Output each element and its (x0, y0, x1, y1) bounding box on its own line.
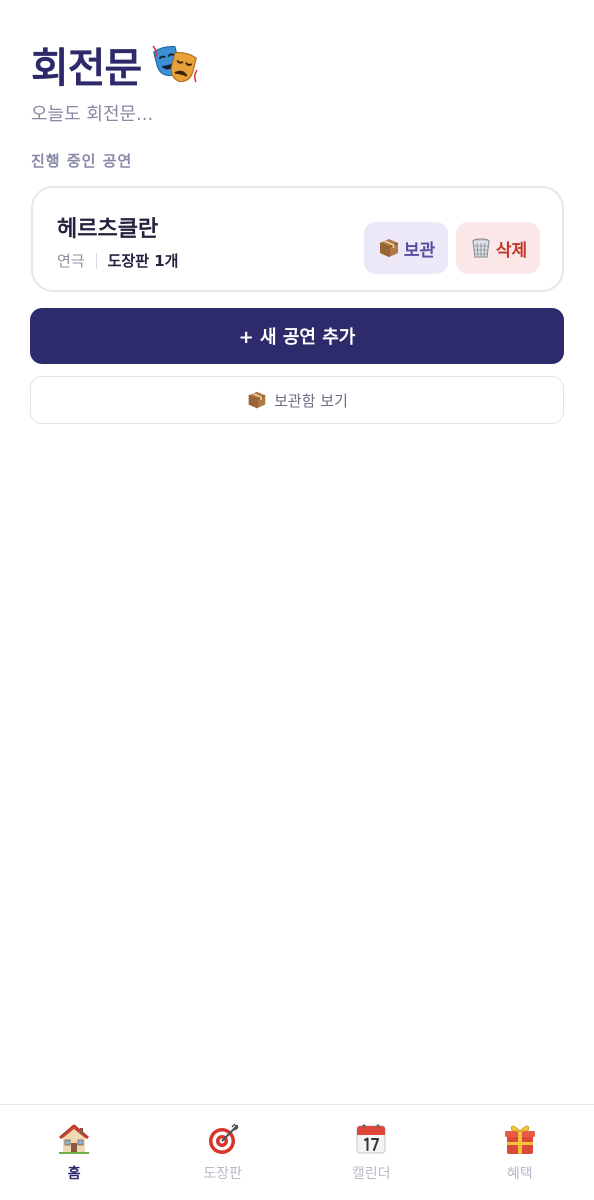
delete-button-label: 삭제 (495, 240, 528, 261)
app-header: 회전문 오늘도 회전문... (31, 34, 564, 126)
target-icon (208, 1123, 239, 1154)
show-name: 헤르츠클란 (57, 217, 159, 242)
show-genre: 연극 (57, 252, 85, 270)
tab-benefits[interactable]: 혜택 (446, 1105, 594, 1200)
bottom-tab-bar: 홈 도장판 캘린더 혜택 (0, 1104, 594, 1200)
archive-button[interactable]: 보관 (364, 222, 448, 274)
app-subtitle: 오늘도 회전문... (31, 104, 154, 125)
archive-button-label: 보관 (403, 240, 436, 261)
app-title: 회전문 (31, 44, 142, 92)
add-show-button[interactable]: + 새 공연 추가 (30, 308, 564, 364)
tab-benefits-label: 혜택 (506, 1166, 533, 1182)
tab-home[interactable]: 홈 (0, 1105, 149, 1200)
view-archive-button[interactable]: 보관함 보기 (30, 376, 564, 424)
section-label-active-shows: 진행 중인 공연 (31, 152, 133, 170)
tab-stamps-label: 도장판 (203, 1166, 243, 1182)
house-icon (59, 1124, 90, 1154)
delete-button[interactable]: 삭제 (456, 222, 540, 274)
package-icon (248, 391, 266, 409)
show-card[interactable]: 헤르츠클란 연극 도장판 1개 보관 삭제 (31, 186, 564, 292)
theater-masks-icon (152, 45, 198, 83)
tab-calendar[interactable]: 캘린더 (297, 1105, 446, 1200)
tab-stamps[interactable]: 도장판 (149, 1105, 298, 1200)
tab-calendar-label: 캘린더 (351, 1166, 391, 1182)
package-icon (379, 239, 399, 257)
wastebasket-icon (472, 238, 490, 258)
show-meta: 연극 도장판 1개 (57, 250, 178, 271)
show-stamp-count: 도장판 1개 (107, 252, 179, 270)
title-row: 회전문 (31, 34, 564, 94)
gift-icon (504, 1125, 535, 1154)
home-screen: 회전문 오늘도 회전문... 진행 중인 공연 헤르츠클란 연극 도장판 1개 … (0, 0, 594, 1200)
meta-divider (95, 252, 97, 269)
view-archive-label: 보관함 보기 (274, 391, 348, 410)
calendar-icon (356, 1124, 386, 1154)
tab-home-label: 홈 (67, 1166, 81, 1182)
